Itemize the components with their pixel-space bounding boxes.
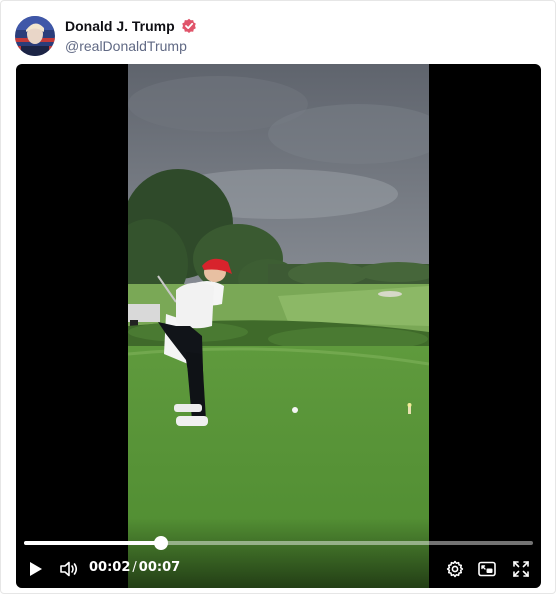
play-icon [30,562,42,576]
volume-button[interactable] [58,558,80,580]
gear-icon [446,560,464,578]
handle[interactable]: @realDonaldTrump [65,38,197,54]
progress-fill [24,541,162,545]
duration: 00:07 [138,560,181,575]
time-display: 00:02/00:07 [89,560,180,575]
time-separator: / [132,560,137,575]
display-name[interactable]: Donald J. Trump [65,18,175,34]
current-time: 00:02 [89,560,131,575]
video-player[interactable]: 00:02/00:07 [16,64,541,588]
picture-in-picture-button[interactable] [476,558,498,580]
play-button[interactable] [26,558,46,580]
fullscreen-icon [513,561,529,577]
avatar[interactable] [15,16,55,56]
settings-button[interactable] [444,558,466,580]
post-header: Donald J. Trump @realDonaldTrump [15,15,197,57]
display-name-row: Donald J. Trump [65,18,197,34]
progress-bar[interactable] [24,536,533,550]
video-frame[interactable] [128,64,429,588]
picture-in-picture-icon [478,561,496,577]
fullscreen-button[interactable] [510,558,532,580]
post-card: Donald J. Trump @realDonaldTrump 00:02 /… [0,0,556,594]
volume-icon [60,561,78,577]
verified-badge-icon [181,18,196,33]
author-names: Donald J. Trump @realDonaldTrump [65,18,197,54]
